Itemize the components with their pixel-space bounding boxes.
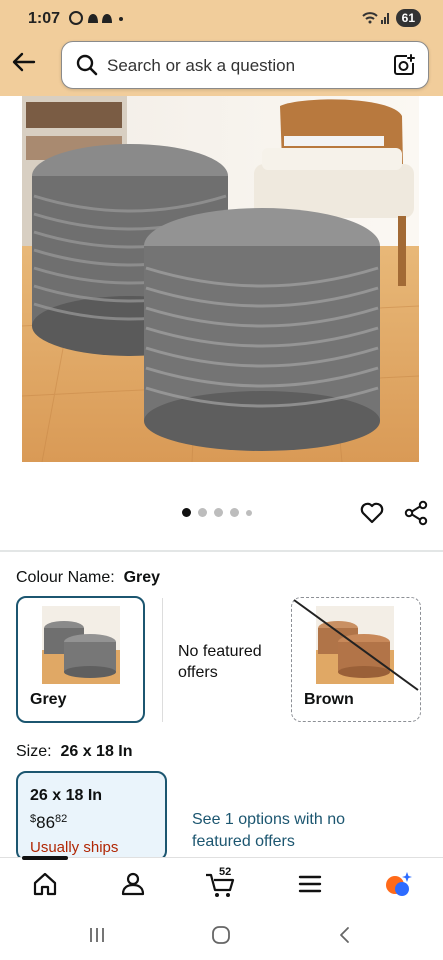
- account-icon[interactable]: [119, 870, 147, 898]
- wifi-signal-icon: [361, 12, 389, 24]
- arrow-left-icon: [12, 52, 36, 72]
- size-selected-value: 26 x 18 In: [60, 743, 133, 760]
- notification-icons-svg: [69, 11, 123, 25]
- recent-apps-icon[interactable]: [86, 924, 108, 946]
- carousel-dot[interactable]: [230, 508, 239, 517]
- image-carousel-dots[interactable]: [182, 508, 252, 517]
- size-label: Size: 26 x 18 In: [16, 743, 133, 761]
- app-header: 1:07 61 Search or ask a question: [0, 0, 443, 96]
- see-options-link[interactable]: See 1 options with no featured offers: [192, 809, 352, 853]
- menu-icon[interactable]: [296, 870, 324, 898]
- cart-count-badge: 52: [219, 866, 232, 878]
- camera-search-icon[interactable]: [392, 53, 416, 77]
- grey-pouffe-thumbnail: [42, 606, 120, 684]
- colour-name-label: Colour Name: Grey: [16, 569, 160, 587]
- notification-icons: [68, 10, 128, 29]
- home-system-icon[interactable]: [210, 924, 232, 946]
- home-icon[interactable]: [31, 870, 59, 898]
- no-featured-offers-text: No featured offers: [178, 641, 278, 683]
- search-icon: [76, 54, 98, 76]
- size-option-card[interactable]: 26 x 18 In $8682 Usually ships: [16, 771, 167, 861]
- carousel-dot[interactable]: [246, 509, 252, 516]
- see-options-text[interactable]: See 1 options with no featured offers: [192, 809, 352, 853]
- status-bar: 1:07 61: [0, 0, 443, 36]
- system-nav-bar: [0, 910, 443, 960]
- size-option-price: $8682: [30, 813, 67, 833]
- back-button[interactable]: [10, 48, 38, 76]
- colour-label-text: Colour Name:: [16, 569, 115, 586]
- status-right: 61: [361, 9, 421, 27]
- back-system-icon[interactable]: [334, 924, 356, 946]
- no-featured-offers-label: No featured offers: [178, 643, 262, 681]
- shipping-status: Usually ships: [30, 839, 119, 856]
- size-label-text: Size:: [16, 743, 52, 760]
- battery-badge: 61: [395, 9, 421, 27]
- size-option-title: 26 x 18 In: [30, 787, 103, 804]
- rufus-assistant-icon[interactable]: [384, 870, 412, 898]
- swatch-name-brown: Brown: [304, 691, 354, 708]
- heart-icon[interactable]: [359, 500, 385, 526]
- search-input[interactable]: Search or ask a question: [107, 56, 295, 76]
- colour-selected-value: Grey: [123, 569, 161, 586]
- swatch-separator: [162, 598, 163, 722]
- price-whole: 86: [36, 813, 56, 832]
- product-photo-pouffes: [22, 96, 419, 462]
- colour-swatch-grey[interactable]: Grey: [16, 596, 145, 723]
- status-time: 1:07: [28, 10, 61, 27]
- search-bar[interactable]: Search or ask a question: [61, 41, 429, 89]
- colour-swatch-brown[interactable]: Brown: [291, 597, 421, 722]
- price-fraction: 82: [55, 813, 68, 825]
- bottom-nav: 52: [0, 856, 443, 910]
- share-icon[interactable]: [403, 500, 429, 526]
- section-divider: [0, 550, 443, 552]
- product-image[interactable]: [22, 96, 419, 462]
- cart-button[interactable]: 52: [204, 866, 238, 898]
- carousel-dot[interactable]: [182, 508, 191, 517]
- carousel-dot[interactable]: [214, 508, 223, 517]
- active-tab-indicator: [22, 856, 68, 860]
- carousel-dot[interactable]: [198, 508, 207, 517]
- swatch-name-grey: Grey: [30, 691, 67, 708]
